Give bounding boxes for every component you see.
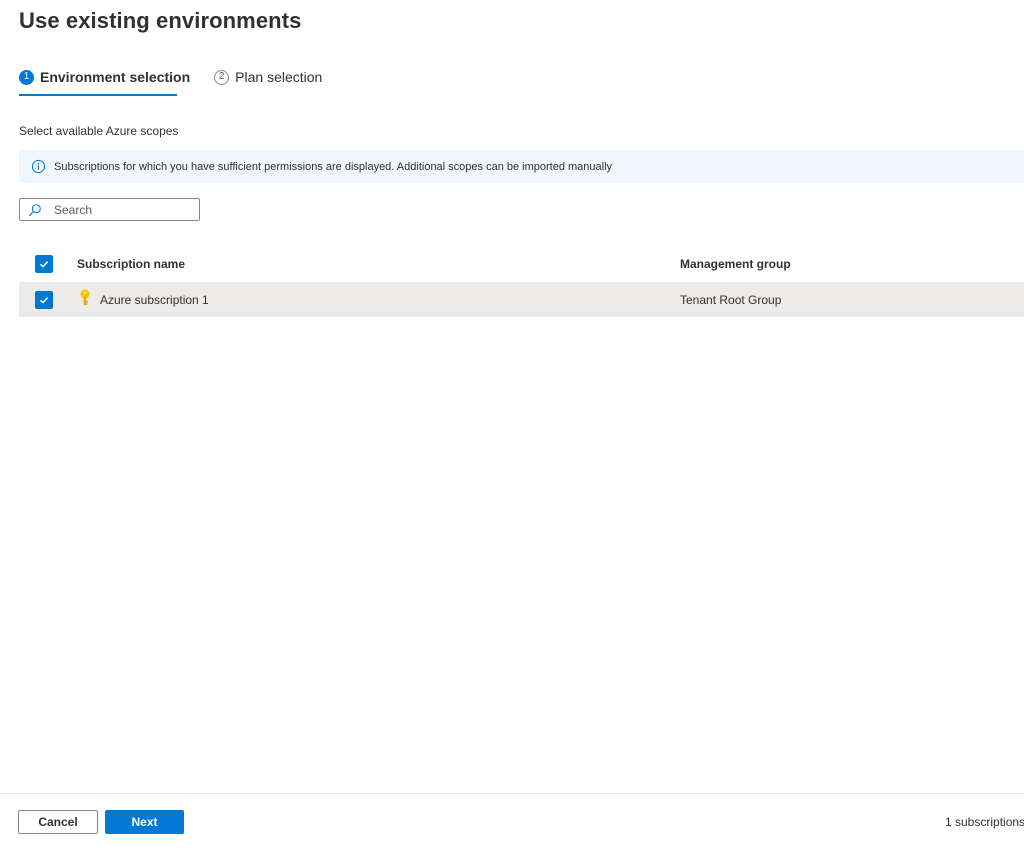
next-button[interactable]: Next: [105, 810, 184, 834]
selection-status: 1 subscriptions: [945, 815, 1024, 829]
select-all-checkbox[interactable]: [35, 255, 53, 273]
step-label: Plan selection: [235, 69, 323, 85]
checkmark-icon: [39, 261, 49, 268]
step-number-1: 1: [19, 69, 34, 85]
column-header-subscription-name[interactable]: Subscription name: [77, 257, 185, 271]
search-input[interactable]: [54, 202, 184, 217]
step-plan-selection[interactable]: 2 Plan selection: [214, 66, 322, 88]
cancel-button[interactable]: Cancel: [18, 810, 98, 834]
checkmark-icon: [39, 296, 49, 304]
key-icon: [79, 289, 91, 307]
subscriptions-table: Subscription name Management group Azure…: [19, 246, 1024, 317]
subscription-name-cell: Azure subscription 1: [100, 292, 209, 307]
active-step-underline: [19, 94, 177, 96]
footer-divider: [0, 793, 1024, 794]
step-number-2: 2: [214, 69, 230, 85]
step-label: Environment selection: [40, 69, 191, 85]
page: Use existing environments 1 Environment …: [0, 0, 1024, 850]
wizard-steps: 1 Environment selection 2 Plan selection: [19, 66, 346, 98]
row-checkbox[interactable]: [35, 290, 53, 309]
info-message-text: Subscriptions for which you have suffici…: [54, 160, 613, 173]
management-group-cell: Tenant Root Group: [680, 292, 782, 307]
table-header: Subscription name Management group: [19, 246, 1024, 282]
table-row[interactable]: Azure subscription 1 Tenant Root Group: [19, 282, 1024, 317]
section-label: Select available Azure scopes: [19, 124, 179, 138]
info-message-bar: Subscriptions for which you have suffici…: [19, 150, 1024, 183]
page-title: Use existing environments: [19, 8, 302, 33]
search-icon: [28, 203, 42, 217]
column-header-management-group[interactable]: Management group: [680, 257, 791, 271]
info-icon: [31, 159, 46, 174]
step-environment-selection[interactable]: 1 Environment selection: [19, 66, 190, 88]
search-box[interactable]: [19, 198, 200, 221]
